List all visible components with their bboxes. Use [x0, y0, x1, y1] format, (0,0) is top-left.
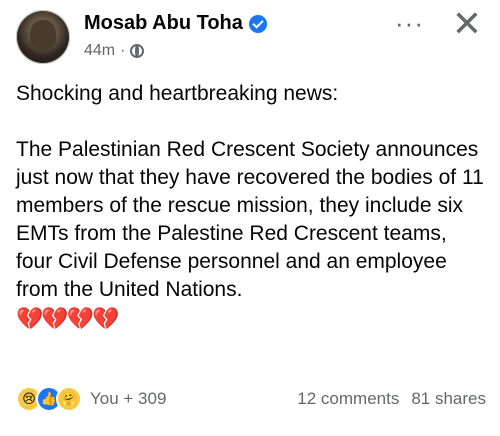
broken-hearts-emoji: 💔💔💔💔: [16, 306, 120, 331]
comments-count[interactable]: 12 comments: [297, 389, 399, 409]
author-name[interactable]: Mosab Abu Toha: [84, 12, 243, 35]
post-time[interactable]: 44m: [84, 42, 115, 60]
globe-icon: [130, 44, 145, 58]
care-reaction-icon: 🤗: [56, 386, 82, 412]
reaction-icons[interactable]: 😢 👍 🤗: [16, 386, 82, 412]
reaction-summary[interactable]: You + 309: [90, 389, 166, 409]
post-footer: 😢 👍 🤗 You + 309 12 comments 81 shares: [16, 384, 486, 414]
post-meta: 44m ·: [84, 42, 145, 60]
meta-separator: ·: [120, 42, 126, 59]
post-paragraph-1: Shocking and heartbreaking news:: [16, 82, 339, 105]
verified-badge-icon: [248, 14, 267, 33]
post-paragraph-2: The Palestinian Red Crescent Society ann…: [16, 138, 484, 301]
more-options-button[interactable]: ···: [395, 8, 424, 38]
author-avatar[interactable]: [16, 10, 70, 64]
shares-count[interactable]: 81 shares: [411, 389, 486, 409]
post-header: Mosab Abu Toha 44m · ··· ✕: [16, 6, 486, 64]
engagement-counts: 12 comments 81 shares: [297, 389, 486, 409]
close-button[interactable]: ✕: [452, 6, 482, 42]
author-row: Mosab Abu Toha: [84, 12, 267, 35]
post-body: Shocking and heartbreaking news: The Pal…: [16, 80, 486, 334]
